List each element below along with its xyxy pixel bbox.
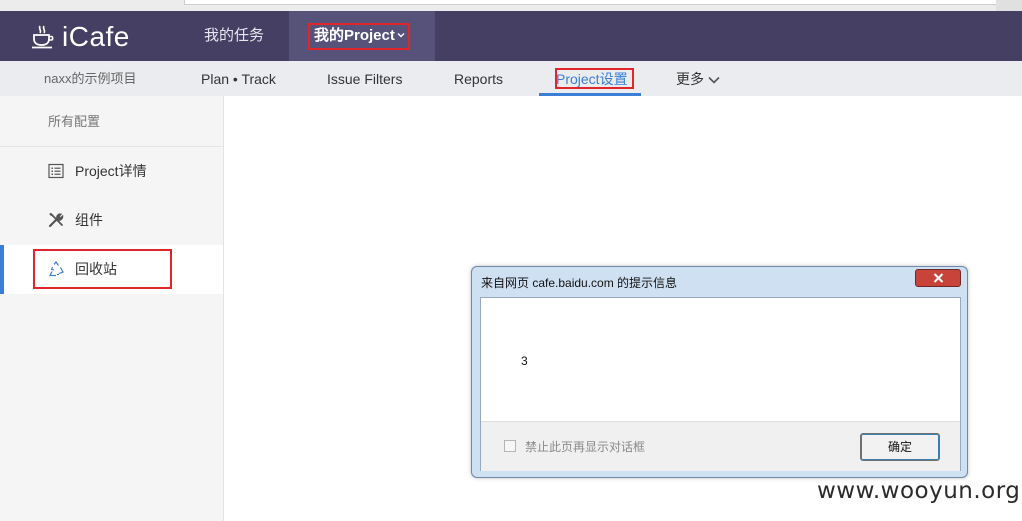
active-indicator [0, 245, 4, 294]
top-navigation-bar: iCafe 我的任务 我的Project [0, 11, 1022, 61]
chevron-down-icon [708, 77, 720, 84]
browser-strip-end [996, 0, 1022, 11]
close-icon [933, 273, 944, 283]
suppress-dialogs-checkbox[interactable] [504, 440, 516, 452]
sidebar-item-project-details[interactable]: Project详情 [0, 147, 223, 196]
dialog-close-button[interactable] [915, 269, 961, 287]
tab-reports[interactable]: Reports [454, 61, 503, 96]
app-logo[interactable]: iCafe [30, 21, 130, 52]
dialog-title: 来自网页 cafe.baidu.com 的提示信息 [481, 276, 678, 290]
tab-issue-filters[interactable]: Issue Filters [327, 61, 402, 96]
tab-project-settings[interactable]: Project设置 [539, 61, 641, 96]
watermark-text: www.wooyun.org [817, 478, 1021, 504]
project-name[interactable]: naxx的示例项目 [44, 61, 136, 96]
dialog-message: 3 [521, 354, 528, 368]
address-bar-edge [184, 0, 998, 5]
sidebar-item-label: 组件 [75, 212, 103, 228]
tab-plan-track[interactable]: Plan • Track [201, 61, 276, 96]
alert-dialog: 来自网页 cafe.baidu.com 的提示信息 3 禁止此页再显示对话框 确… [471, 266, 968, 478]
tab-project-settings-label: Project设置 [556, 71, 628, 87]
suppress-dialogs-label[interactable]: 禁止此页再显示对话框 [525, 438, 645, 455]
tools-icon [48, 212, 64, 228]
browser-chrome-strip [0, 0, 1022, 11]
settings-sidebar: 所有配置 Project详情 组件 回收站 [0, 96, 224, 521]
chevron-down-icon [397, 33, 405, 38]
sidebar-item-label: Project详情 [75, 163, 147, 179]
active-tab-underline [539, 93, 641, 96]
ok-button[interactable]: 确定 [860, 433, 940, 461]
logo-text: iCafe [62, 21, 130, 52]
nav-my-project-label: 我的Project [314, 27, 395, 44]
nav-my-project[interactable]: 我的Project [289, 11, 435, 61]
nav-my-tasks[interactable]: 我的任务 [204, 11, 264, 61]
tab-more[interactable]: 更多 [676, 61, 720, 96]
sidebar-item-recycle-bin[interactable]: 回收站 [0, 245, 223, 294]
sidebar-heading: 所有配置 [0, 96, 223, 147]
sidebar-item-components[interactable]: 组件 [0, 196, 223, 245]
coffee-cup-icon [30, 25, 56, 49]
list-icon [48, 163, 64, 179]
tab-more-label: 更多 [676, 71, 704, 87]
dialog-body: 3 禁止此页再显示对话框 确定 [480, 297, 961, 471]
recycle-icon [49, 261, 64, 277]
dialog-footer: 禁止此页再显示对话框 确定 [481, 421, 960, 471]
project-sub-navigation: naxx的示例项目 Plan • Track Issue Filters Rep… [0, 61, 1022, 96]
sidebar-item-label: 回收站 [75, 261, 117, 277]
